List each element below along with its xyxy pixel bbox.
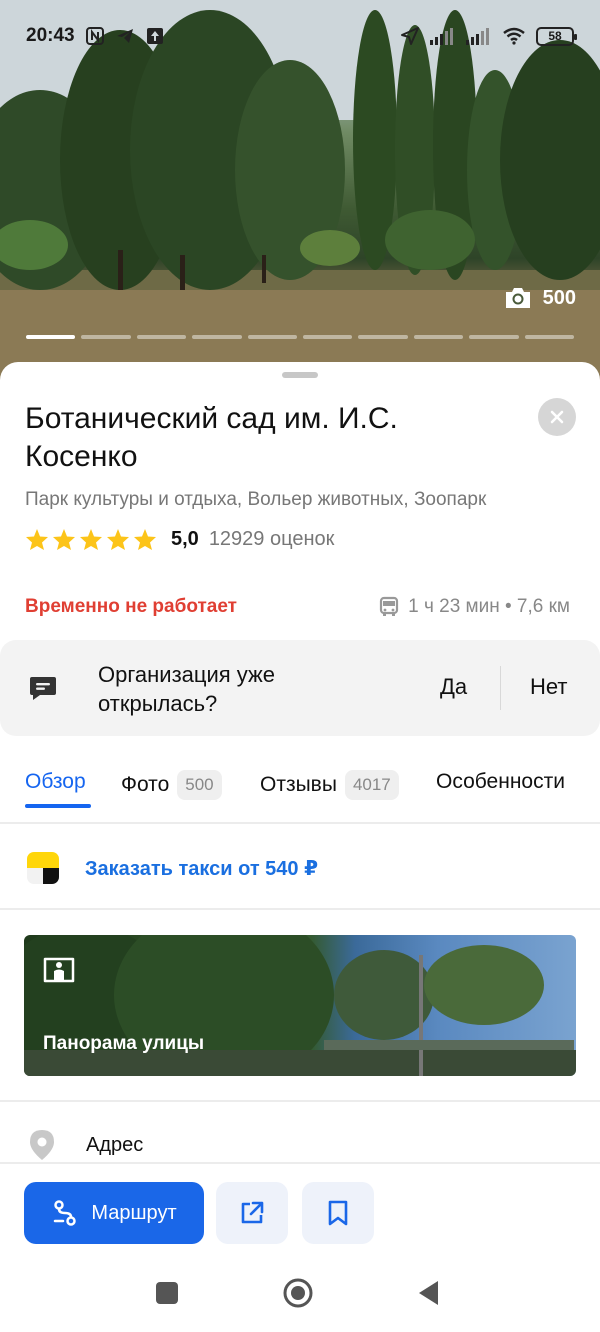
tab-reviews[interactable]: Отзывы 4017 [260, 770, 399, 800]
star-icon [134, 529, 156, 550]
camera-icon [505, 288, 530, 308]
rating-stars [25, 528, 157, 551]
yes-no-divider [500, 666, 501, 710]
battery-icon: 58 [536, 26, 577, 46]
panorama-label: Панорама улицы [43, 1033, 205, 1054]
bookmark-icon [328, 1200, 348, 1226]
home-button[interactable] [281, 1276, 315, 1310]
rating-value: 5,0 [171, 528, 199, 550]
bus-icon [380, 596, 399, 616]
photo-progress-segment [192, 335, 242, 339]
close-button[interactable] [538, 398, 576, 436]
back-button[interactable] [412, 1276, 446, 1310]
location-arrow-icon [401, 27, 419, 45]
opened-question-card: Организация уже открылась? Да Нет [0, 640, 600, 736]
tab-photos[interactable]: Фото 500 [121, 770, 222, 800]
signal-icon [430, 28, 453, 45]
telegram-icon [116, 29, 133, 43]
photo-count[interactable]: 500 [503, 286, 576, 310]
photo-progress-segment [469, 335, 519, 339]
place-tabs: Обзор Фото 500 Отзывы 4017 Особенности [0, 758, 600, 824]
photo-progress-segment [524, 335, 575, 339]
star-icon [107, 529, 129, 550]
sheet-grabber[interactable] [282, 372, 318, 378]
photo-progress-segment [247, 335, 298, 339]
address-row[interactable]: Адрес [0, 1100, 600, 1164]
yes-button[interactable]: Да [440, 674, 467, 700]
tab-overview[interactable]: Обзор [25, 770, 86, 794]
yandex-taxi-icon [27, 852, 59, 884]
photo-progress-segment [26, 335, 76, 339]
status-bar: 20:43 58 [0, 0, 600, 72]
photo-progress [26, 335, 575, 339]
share-button[interactable] [216, 1182, 288, 1244]
rating-count: 12929 оценок [208, 528, 335, 550]
photo-progress-segment [413, 335, 464, 339]
no-button[interactable]: Нет [530, 674, 567, 700]
route-button-label: Маршрут [91, 1201, 177, 1224]
close-icon [550, 410, 564, 424]
travel-info[interactable]: 1 ч 23 мин • 7,6 км [378, 596, 570, 618]
address-label: Адрес [86, 1134, 144, 1156]
tab-features[interactable]: Особенности [436, 770, 565, 794]
tab-label: Отзывы [260, 773, 337, 796]
status-time: 20:43 [26, 25, 75, 46]
star-icon [26, 529, 48, 550]
travel-time-distance: 1 ч 23 мин • 7,6 км [408, 596, 570, 617]
tab-label: Фото [121, 773, 170, 796]
place-title: Ботанический сад им. И.С. Косенко [25, 402, 398, 473]
tab-badge: 4017 [344, 770, 399, 800]
action-bar: Маршрут [0, 1162, 600, 1254]
route-icon [54, 1200, 77, 1226]
wifi-icon [503, 27, 525, 45]
street-panorama-card[interactable]: Панорама улицы [24, 935, 576, 1076]
place-photo[interactable]: 20:43 58 500 [0, 0, 600, 380]
home-circle-icon [283, 1278, 313, 1308]
star-icon [80, 529, 102, 550]
photo-progress-segment [136, 335, 187, 339]
share-icon [241, 1201, 264, 1224]
opened-question: Организация уже открылась? [98, 662, 275, 716]
tab-label: Обзор [25, 770, 86, 793]
route-button[interactable]: Маршрут [24, 1182, 204, 1244]
battery-level: 58 [548, 29, 562, 43]
photo-progress-segment [303, 335, 353, 339]
order-taxi-label: Заказать такси от 540 ₽ [85, 858, 319, 880]
chat-icon [30, 677, 56, 700]
bookmark-button[interactable] [302, 1182, 374, 1244]
photo-count-value: 500 [542, 286, 576, 309]
rating-row[interactable]: 5,0 12929 оценок [25, 528, 334, 551]
photo-progress-segment [358, 335, 408, 339]
signal-icon [466, 28, 489, 45]
tab-label: Особенности [436, 770, 565, 793]
system-nav-bar [0, 1254, 600, 1332]
square-icon [156, 1282, 178, 1304]
nfc-icon [85, 27, 104, 45]
photo-progress-segment [81, 335, 131, 339]
active-tab-indicator [25, 804, 91, 808]
order-taxi-row[interactable]: Заказать такси от 540 ₽ [0, 826, 600, 910]
place-categories: Парк культуры и отдыха, Вольер животных,… [25, 489, 487, 510]
upload-icon [146, 28, 163, 44]
place-card-sheet: Ботанический сад им. И.С. Косенко Парк к… [0, 362, 600, 1332]
location-pin-icon [30, 1130, 54, 1160]
tab-badge: 500 [177, 770, 222, 800]
work-status: Временно не работает [25, 596, 237, 617]
star-icon [53, 529, 75, 550]
panorama-icon [43, 957, 75, 983]
recents-button[interactable] [150, 1276, 184, 1310]
back-triangle-icon [419, 1281, 438, 1305]
